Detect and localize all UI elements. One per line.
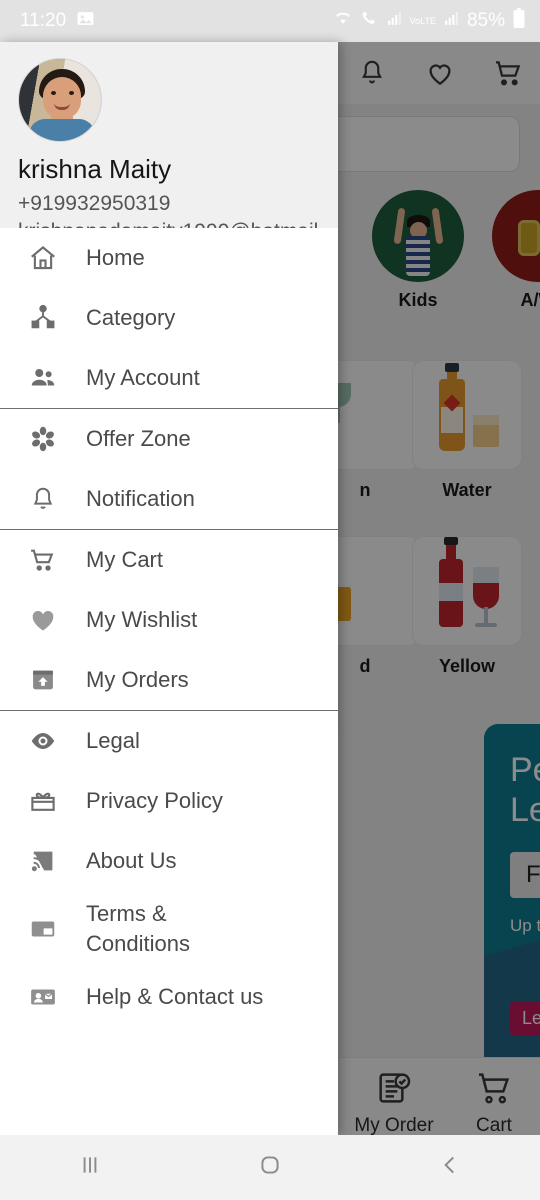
orders-box-icon — [22, 663, 64, 697]
home-circle-icon — [257, 1152, 283, 1183]
bell-icon — [22, 482, 64, 516]
sidebar-item-label: Privacy Policy — [86, 787, 223, 813]
status-time: 11:20 — [20, 10, 67, 31]
heart-filled-icon — [22, 603, 64, 637]
wifi-icon — [333, 8, 353, 34]
sidebar-item-label: Offer Zone — [86, 425, 191, 451]
eye-icon — [22, 724, 64, 758]
home-button[interactable] — [180, 1152, 360, 1183]
sidebar-item-label: Legal — [86, 727, 140, 753]
menu-group-shopping: My Cart My Wishlist My Orders — [0, 530, 338, 711]
image-icon — [76, 9, 95, 34]
profile-name: krishna Maity — [18, 154, 172, 184]
status-bar: 11:20 VoLTE 85% — [0, 0, 540, 42]
sidebar-item-label: Notification — [86, 485, 195, 511]
menu-group-info: Legal Privacy Policy About Us Terms & Co… — [0, 711, 338, 1027]
signal2-icon — [443, 10, 460, 33]
volte-label: VoLTE — [409, 15, 436, 26]
sidebar-item-home[interactable]: Home — [0, 228, 338, 288]
sidebar-item-label: Home — [86, 244, 145, 270]
sidebar-item-terms-conditions[interactable]: Terms & Conditions — [0, 891, 338, 967]
drawer-profile-header[interactable]: krishna Maity +919932950319 krishnapadam… — [0, 42, 338, 228]
category-icon — [22, 301, 64, 335]
sidebar-item-legal[interactable]: Legal — [0, 711, 338, 771]
sidebar-item-my-wishlist[interactable]: My Wishlist — [0, 590, 338, 650]
sidebar-item-label: Help & Contact us — [86, 983, 264, 1009]
menu-group-primary: Home Category My Account — [0, 228, 338, 409]
sidebar-item-my-cart[interactable]: My Cart — [0, 530, 338, 590]
volte-icon: VoLTE — [409, 15, 436, 26]
sidebar-item-offer-zone[interactable]: Offer Zone — [0, 409, 338, 469]
sidebar-item-about-us[interactable]: About Us — [0, 831, 338, 891]
sidebar-item-label: My Cart — [86, 546, 163, 572]
sidebar-item-my-orders[interactable]: My Orders — [0, 650, 338, 710]
profile-phone: +919932950319 — [18, 192, 171, 215]
back-chevron-icon — [437, 1152, 463, 1183]
signal-icon — [386, 10, 403, 33]
sidebar-item-label: My Orders — [86, 666, 189, 692]
sidebar-item-label: About Us — [86, 847, 177, 873]
sidebar-item-label: Category — [86, 304, 176, 330]
sidebar-item-my-account[interactable]: My Account — [0, 348, 338, 408]
offer-flower-icon — [22, 422, 64, 456]
recents-button[interactable] — [0, 1152, 180, 1183]
call-icon — [360, 9, 379, 34]
home-icon — [22, 241, 64, 275]
android-nav-bar — [0, 1135, 540, 1200]
sidebar-item-privacy-policy[interactable]: Privacy Policy — [0, 771, 338, 831]
navigation-drawer: krishna Maity +919932950319 krishnapadam… — [0, 42, 338, 1135]
avatar[interactable] — [18, 58, 102, 142]
back-button[interactable] — [360, 1152, 540, 1183]
menu-group-offers: Offer Zone Notification — [0, 409, 338, 530]
contact-card-icon — [22, 980, 64, 1014]
sidebar-item-label: Terms & Conditions — [86, 900, 190, 956]
cart-icon — [22, 543, 64, 577]
sidebar-item-label: My Wishlist — [86, 606, 198, 632]
gift-icon — [22, 784, 64, 818]
people-icon — [22, 361, 64, 395]
cast-icon — [22, 844, 64, 878]
recents-icon — [77, 1152, 103, 1183]
sidebar-item-label: My Account — [86, 364, 200, 390]
sidebar-item-help-contact[interactable]: Help & Contact us — [0, 967, 338, 1027]
pip-icon — [22, 912, 64, 946]
battery-icon — [512, 8, 526, 34]
sidebar-item-notification[interactable]: Notification — [0, 469, 338, 529]
profile-email: krishnapadamaity1990@hotmail — [18, 220, 338, 228]
sidebar-item-category[interactable]: Category — [0, 288, 338, 348]
battery-percent: 85% — [466, 10, 505, 31]
